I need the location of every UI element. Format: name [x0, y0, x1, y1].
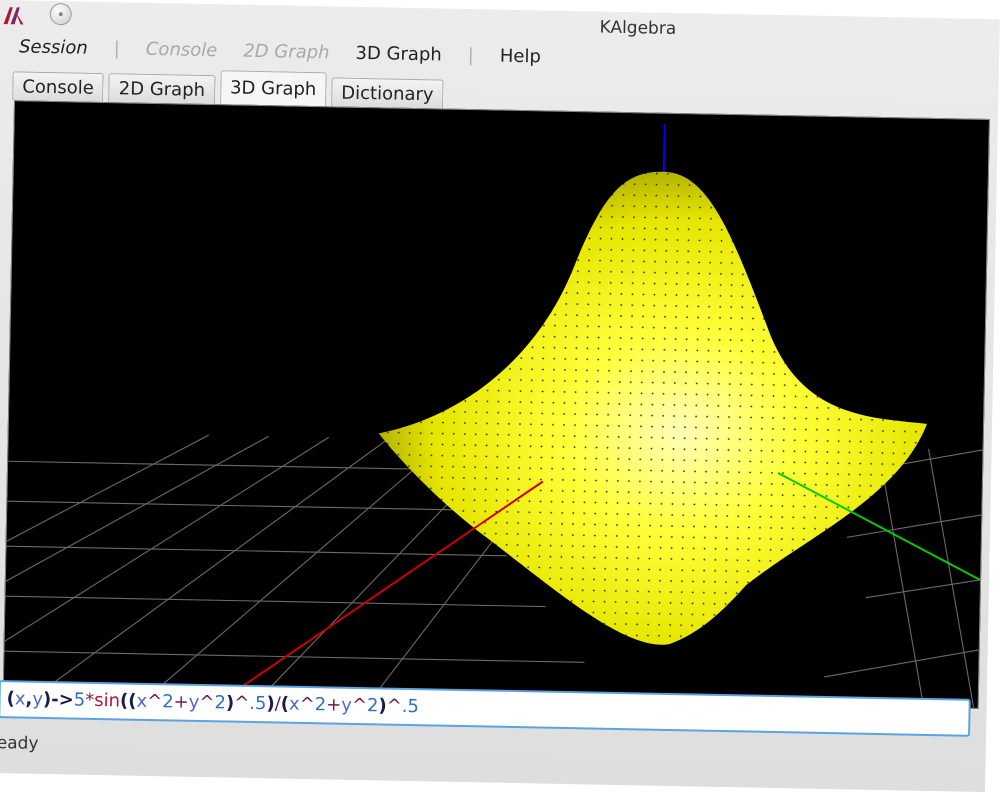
- expression-token: .5: [401, 695, 420, 718]
- tab-2d-graph[interactable]: 2D Graph: [108, 73, 216, 105]
- expression-token: 2: [161, 691, 174, 713]
- z-axis: [662, 123, 666, 174]
- menu-help[interactable]: Help: [500, 45, 541, 67]
- expression-token: x: [14, 688, 26, 710]
- menu-3d-graph[interactable]: 3D Graph: [355, 42, 442, 65]
- expression-token: 5: [73, 689, 86, 711]
- expression-token: ^: [146, 690, 163, 713]
- menu-session[interactable]: Session: [19, 36, 88, 58]
- surface-plot: [374, 166, 932, 650]
- tab-dictionary[interactable]: Dictionary: [330, 77, 444, 109]
- graph-3d-canvas[interactable]: [4, 101, 989, 708]
- tab-3d-graph[interactable]: 3D Graph: [219, 70, 327, 107]
- expression-token: 2: [314, 694, 327, 716]
- kalgebra-window: KAlgebra Session | Console 2D Graph 3D G…: [0, 0, 1000, 792]
- window-menu-button[interactable]: [49, 2, 72, 26]
- expression-token: ^: [199, 691, 215, 714]
- menu-2d-graph[interactable]: 2D Graph: [243, 40, 330, 63]
- expression-token: sin: [94, 689, 121, 712]
- menu-separator: |: [467, 44, 475, 66]
- expression-token: ((: [119, 690, 137, 712]
- expression-token: ^: [386, 695, 402, 717]
- expression-token: ^: [351, 694, 368, 717]
- window-title: KAlgebra: [599, 17, 677, 39]
- expression-token: *: [85, 689, 95, 711]
- expression-token: ^: [233, 692, 250, 714]
- graph-3d-viewport[interactable]: [2, 100, 990, 709]
- menu-separator: |: [113, 37, 121, 59]
- expression-token: +: [325, 694, 342, 716]
- expression-token: ->: [51, 689, 74, 711]
- expression-token: 2: [214, 692, 227, 714]
- status-bar: Ready: [0, 732, 39, 754]
- tab-console[interactable]: Console: [12, 71, 105, 103]
- expression-token: .5: [249, 692, 267, 715]
- menu-console[interactable]: Console: [146, 38, 218, 60]
- expression-token: y: [188, 691, 200, 713]
- expression-token: x: [288, 693, 300, 715]
- expression-token: +: [173, 691, 189, 713]
- expression-token: 2: [366, 695, 379, 717]
- kalgebra-app-icon[interactable]: [2, 4, 26, 26]
- expression-token: x: [136, 690, 148, 712]
- expression-token: ^: [299, 693, 315, 716]
